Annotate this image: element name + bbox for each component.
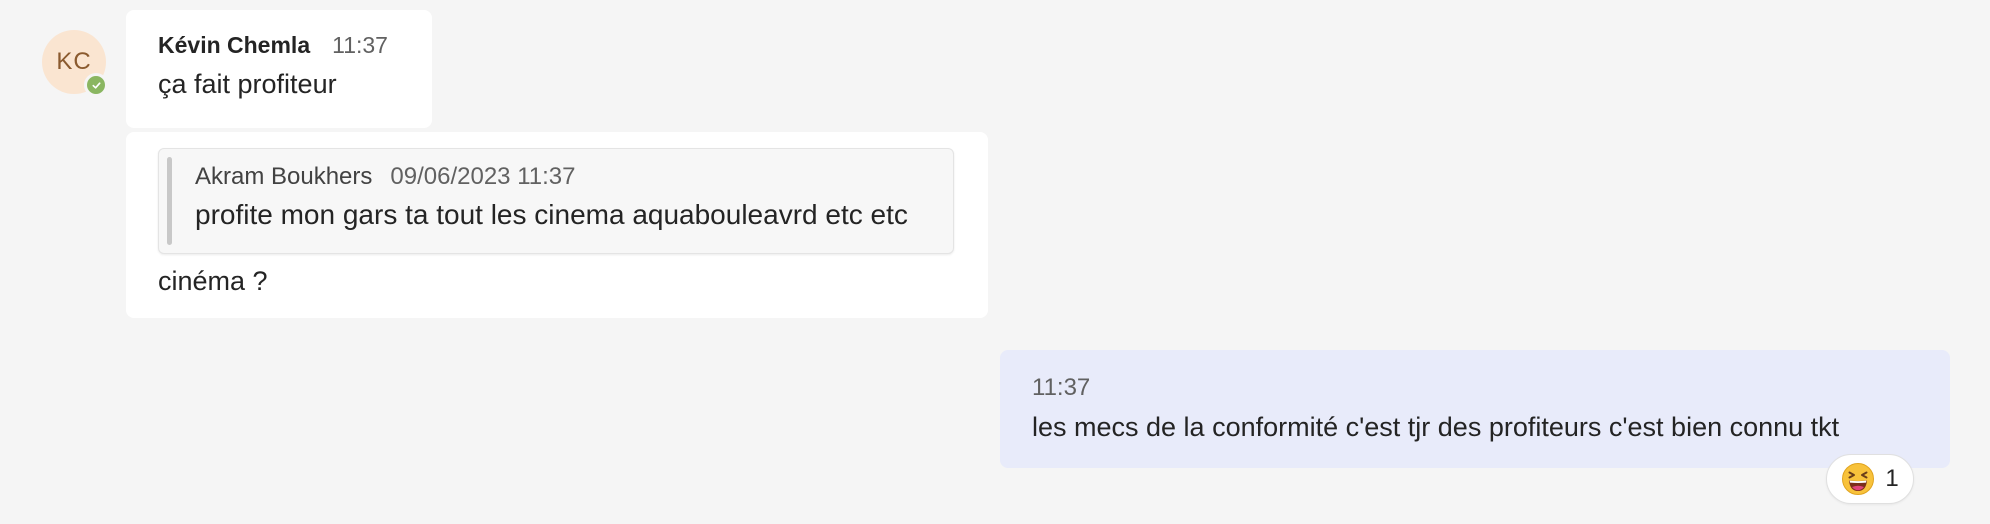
quote-bar xyxy=(167,157,172,245)
message-time: 11:37 xyxy=(1032,374,1091,401)
reaction-chip[interactable]: 1 xyxy=(1826,454,1914,504)
presence-available-icon xyxy=(84,73,108,97)
outgoing-message-bubble[interactable]: 11:37 les mecs de la conformité c'est tj… xyxy=(1000,350,1950,468)
quoted-message[interactable]: Akram Boukhers 09/06/2023 11:37 profite … xyxy=(158,148,954,254)
message-bubble[interactable]: Kévin Chemla 11:37 ça fait profiteur xyxy=(126,10,432,128)
quote-text: profite mon gars ta tout les cinema aqua… xyxy=(195,199,908,230)
message-text: ça fait profiteur xyxy=(158,69,337,99)
message-text: les mecs de la conformité c'est tjr des … xyxy=(1032,412,1840,442)
message-header: Kévin Chemla 11:37 xyxy=(158,32,400,59)
quote-datetime: 09/06/2023 11:37 xyxy=(390,163,576,190)
sender-name[interactable]: Kévin Chemla xyxy=(158,32,310,59)
quote-author: Akram Boukhers xyxy=(195,163,373,190)
avatar-initials: KC xyxy=(56,48,92,75)
laughing-emoji-icon xyxy=(1841,462,1875,496)
message-time: 11:37 xyxy=(332,32,388,58)
chat-thread: KC Kévin Chemla 11:37 ça fait profiteur … xyxy=(0,0,1990,524)
quote-header: Akram Boukhers 09/06/2023 11:37 xyxy=(195,163,935,191)
message-bubble[interactable]: Akram Boukhers 09/06/2023 11:37 profite … xyxy=(126,132,988,318)
message-text: cinéma ? xyxy=(158,266,268,296)
reaction-count: 1 xyxy=(1885,465,1899,492)
